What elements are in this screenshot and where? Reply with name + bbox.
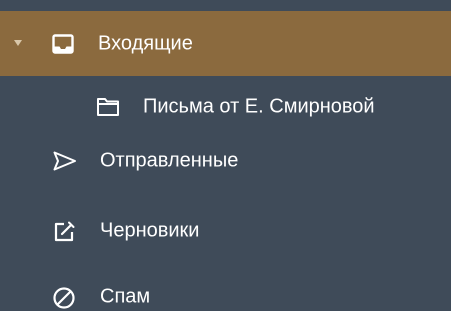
folder-label-smirnova: Письма от Е. Смирновой <box>143 95 375 118</box>
folder-item-drafts[interactable]: Черновики <box>0 208 451 254</box>
folder-label-sent: Отправленные <box>100 149 239 172</box>
inbox-icon <box>52 34 74 54</box>
folder-item-spam[interactable]: Спам <box>0 274 451 311</box>
folder-label-inbox: Входящие <box>98 32 193 54</box>
folder-icon <box>97 98 119 116</box>
folder-label-drafts: Черновики <box>100 219 200 242</box>
folder-item-inbox[interactable]: Входящие <box>0 11 451 76</box>
folder-label-spam: Спам <box>100 285 151 308</box>
folder-item-sent[interactable]: Отправленные <box>0 138 451 184</box>
edit-icon <box>54 221 75 242</box>
folder-list: Входящие Письма от Е. Смирновой Отправле… <box>0 0 451 311</box>
send-icon <box>53 151 76 171</box>
block-icon <box>53 287 75 309</box>
folder-item-smirnova[interactable]: Письма от Е. Смирновой <box>0 84 451 130</box>
expand-caret-icon[interactable] <box>13 38 23 48</box>
